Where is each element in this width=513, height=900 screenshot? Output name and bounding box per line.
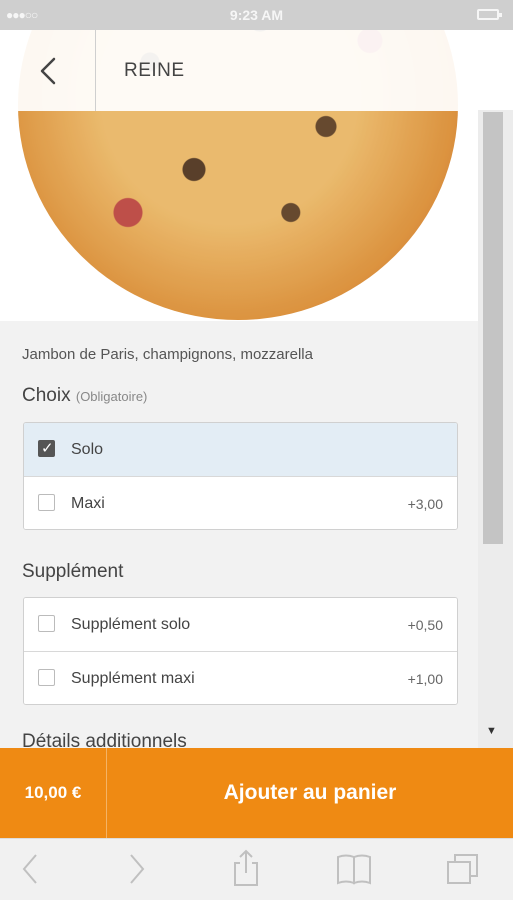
back-button[interactable] (0, 30, 96, 111)
status-time: 9:23 AM (229, 7, 284, 23)
back-chevron-icon (40, 57, 56, 85)
option-label: Maxi (71, 495, 105, 512)
checkbox-icon[interactable] (38, 615, 55, 632)
browser-forward-icon[interactable] (127, 853, 147, 885)
option-price: +0,50 (407, 617, 443, 633)
choix-required-note: (Obligatoire) (75, 389, 148, 404)
status-bar: ●●●○○ 9:23 AM (0, 0, 513, 30)
supplement-options: Supplément solo +0,50 Supplément maxi +1… (23, 597, 458, 705)
product-description: Jambon de Paris, champignons, mozzarella (22, 346, 313, 363)
cart-total: 10,00 € (0, 748, 107, 838)
browser-back-icon[interactable] (20, 853, 40, 885)
page-title: REINE (124, 60, 185, 81)
option-label: Supplément solo (71, 616, 191, 633)
header-bar: REINE (0, 30, 478, 111)
section-title-supplement: Supplément (22, 561, 124, 582)
checkbox-checked-icon[interactable] (38, 439, 55, 457)
scrollbar-thumb[interactable] (483, 112, 503, 544)
option-price: +1,00 (407, 671, 443, 687)
section-title-choix: Choix (Obligatoire) (22, 385, 147, 407)
option-price: +3,00 (407, 496, 443, 512)
option-label: Solo (71, 441, 104, 458)
option-supplement-maxi[interactable]: Supplément maxi +1,00 (24, 651, 457, 704)
bookmarks-icon[interactable] (336, 853, 372, 885)
option-supplement-solo[interactable]: Supplément solo +0,50 (24, 598, 457, 651)
option-label: Supplément maxi (71, 670, 195, 687)
product-options: Jambon de Paris, champignons, mozzarella… (0, 321, 478, 748)
choix-title: Choix (22, 385, 71, 406)
choix-options: Solo Maxi +3,00 (23, 422, 458, 530)
share-icon[interactable] (231, 849, 261, 887)
cart-bar: 10,00 € Ajouter au panier (0, 748, 513, 838)
section-title-details: Détails additionnels (22, 731, 187, 748)
tabs-icon[interactable] (446, 853, 480, 885)
option-solo[interactable]: Solo (24, 423, 457, 476)
checkbox-icon[interactable] (38, 669, 55, 686)
add-to-cart-button[interactable]: Ajouter au panier (107, 748, 513, 838)
checkbox-icon[interactable] (38, 494, 55, 511)
option-maxi[interactable]: Maxi +3,00 (24, 476, 457, 529)
battery-icon (477, 9, 502, 20)
scroll-down-arrow-icon[interactable]: ▼ (486, 725, 497, 737)
browser-toolbar (0, 838, 513, 900)
